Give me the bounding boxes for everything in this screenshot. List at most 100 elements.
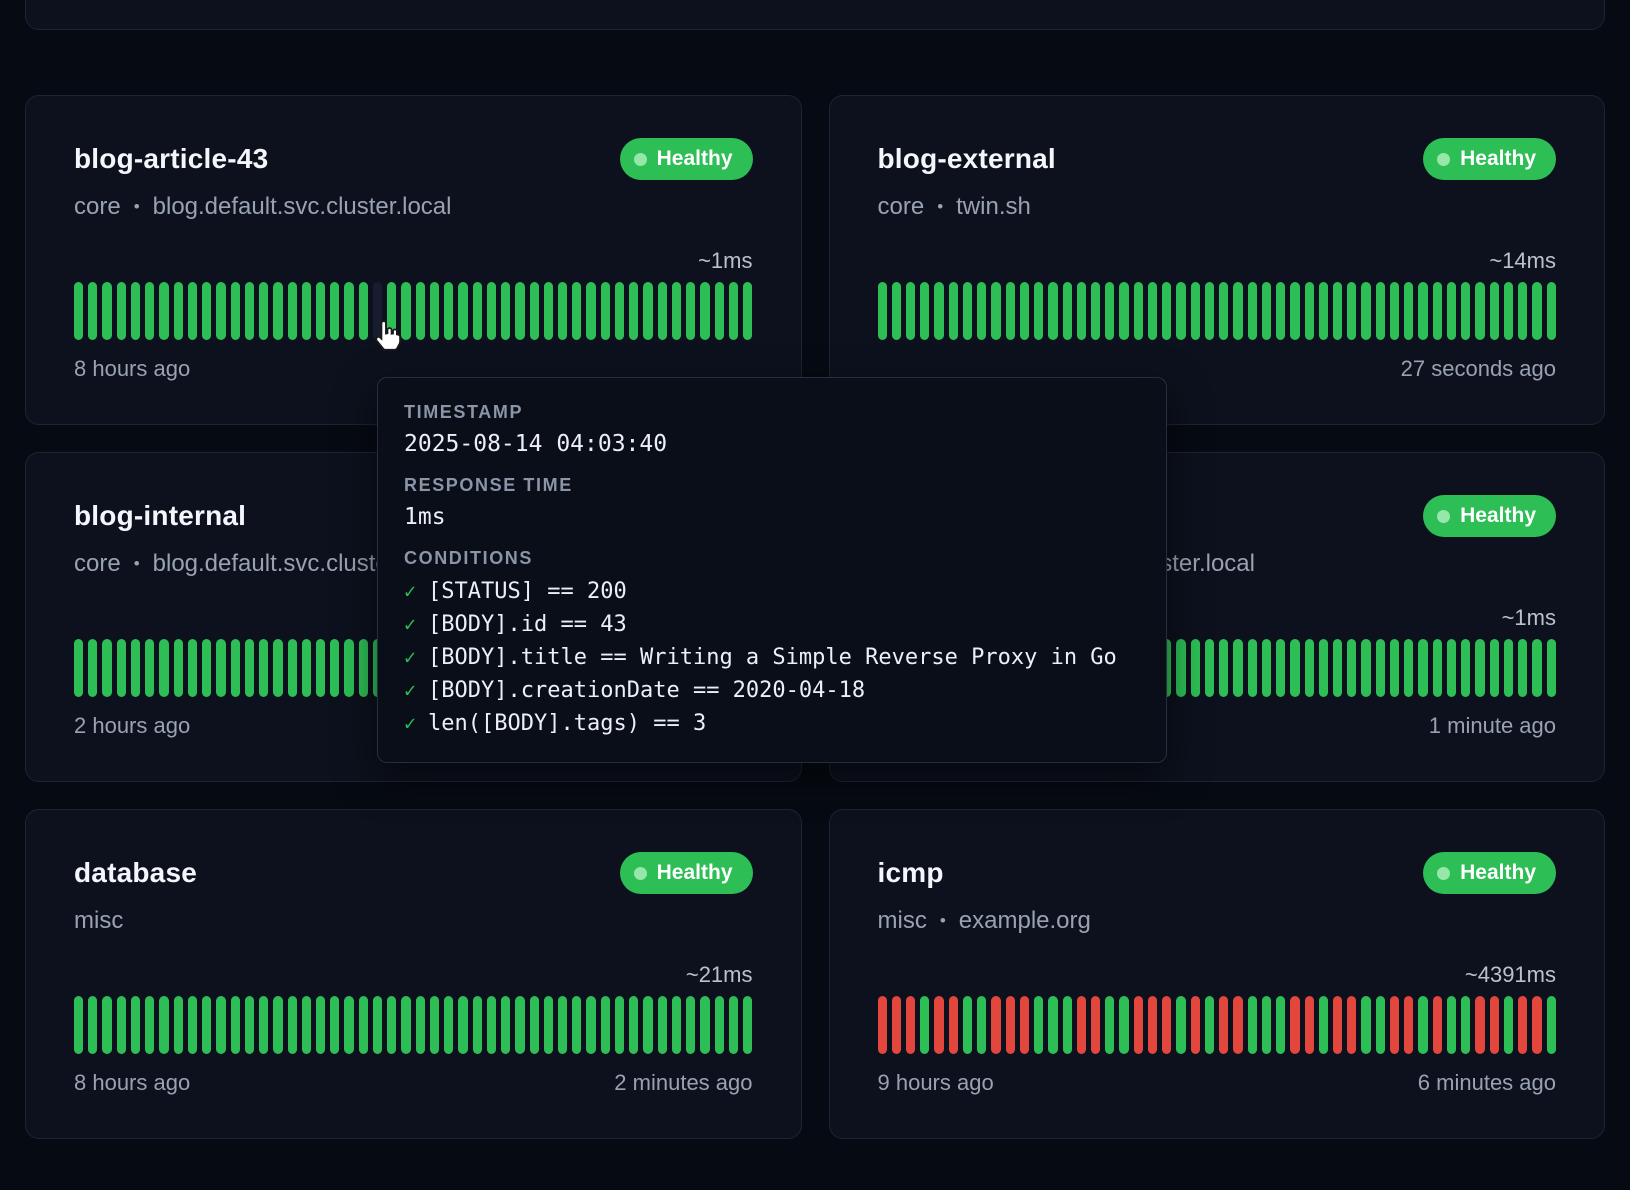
result-bar-success[interactable] bbox=[1504, 996, 1513, 1054]
result-bar-success[interactable] bbox=[1404, 282, 1413, 340]
result-bar-success[interactable] bbox=[131, 996, 140, 1054]
result-bar-success[interactable] bbox=[1191, 282, 1200, 340]
result-bar-success[interactable] bbox=[1532, 282, 1541, 340]
result-bar-success[interactable] bbox=[686, 282, 695, 340]
result-bar-success[interactable] bbox=[700, 996, 709, 1054]
result-bar-success[interactable] bbox=[231, 996, 240, 1054]
result-bar-success[interactable] bbox=[1233, 282, 1242, 340]
result-bar-success[interactable] bbox=[188, 282, 197, 340]
result-bar-success[interactable] bbox=[1547, 639, 1556, 697]
result-bar-failure[interactable] bbox=[1091, 996, 1100, 1054]
result-bar-success[interactable] bbox=[1333, 282, 1342, 340]
result-bar-success[interactable] bbox=[245, 996, 254, 1054]
result-bar-success[interactable] bbox=[444, 996, 453, 1054]
result-bar-success[interactable] bbox=[188, 996, 197, 1054]
result-bar-success[interactable] bbox=[430, 996, 439, 1054]
result-bar-success[interactable] bbox=[473, 996, 482, 1054]
result-bar-success[interactable] bbox=[1276, 639, 1285, 697]
result-bar-success[interactable] bbox=[601, 996, 610, 1054]
endpoint-card[interactable]: icmp Healthy misc • example.org ~4391ms … bbox=[829, 809, 1606, 1139]
result-bar-success[interactable] bbox=[273, 282, 282, 340]
result-bar-success[interactable] bbox=[1490, 639, 1499, 697]
result-bar-success[interactable] bbox=[302, 282, 311, 340]
result-bar-success[interactable] bbox=[1433, 639, 1442, 697]
result-bar-success[interactable] bbox=[117, 639, 126, 697]
result-bar-success[interactable] bbox=[245, 282, 254, 340]
result-bar-success[interactable] bbox=[1418, 639, 1427, 697]
result-bar-success[interactable] bbox=[686, 996, 695, 1054]
result-bar-success[interactable] bbox=[288, 639, 297, 697]
result-bar-success[interactable] bbox=[216, 282, 225, 340]
result-bar-success[interactable] bbox=[1518, 282, 1527, 340]
result-bar-success[interactable] bbox=[1518, 639, 1527, 697]
result-bar-success[interactable] bbox=[74, 282, 83, 340]
result-bar-success[interactable] bbox=[316, 282, 325, 340]
result-bar-success[interactable] bbox=[729, 282, 738, 340]
result-bar-success[interactable] bbox=[344, 639, 353, 697]
result-bar-failure[interactable] bbox=[1020, 996, 1029, 1054]
result-bar-success[interactable] bbox=[245, 639, 254, 697]
result-bar-success[interactable] bbox=[991, 282, 1000, 340]
result-bar-success[interactable] bbox=[572, 282, 581, 340]
result-bar-success[interactable] bbox=[672, 996, 681, 1054]
result-bar-success[interactable] bbox=[487, 282, 496, 340]
result-bar-success[interactable] bbox=[558, 282, 567, 340]
result-bar-success[interactable] bbox=[273, 639, 282, 697]
result-bar-success[interactable] bbox=[963, 996, 972, 1054]
result-bar-success[interactable] bbox=[1233, 639, 1242, 697]
result-bar-success[interactable] bbox=[1361, 282, 1370, 340]
result-bar-success[interactable] bbox=[1504, 639, 1513, 697]
result-bar-success[interactable] bbox=[658, 996, 667, 1054]
result-bar-success[interactable] bbox=[316, 996, 325, 1054]
result-bar-success[interactable] bbox=[1063, 282, 1072, 340]
result-bar-success[interactable] bbox=[344, 996, 353, 1054]
result-bar-success[interactable] bbox=[159, 639, 168, 697]
result-bar-failure[interactable] bbox=[1162, 996, 1171, 1054]
result-bar-success[interactable] bbox=[1504, 282, 1513, 340]
result-bar-success[interactable] bbox=[1319, 639, 1328, 697]
result-bar-success[interactable] bbox=[1262, 639, 1271, 697]
result-bar-success[interactable] bbox=[288, 996, 297, 1054]
result-bar-success[interactable] bbox=[1305, 282, 1314, 340]
result-bar-failure[interactable] bbox=[1290, 996, 1299, 1054]
result-bar-success[interactable] bbox=[1205, 996, 1214, 1054]
result-bar-failure[interactable] bbox=[892, 996, 901, 1054]
result-bar-success[interactable] bbox=[1276, 996, 1285, 1054]
result-bar-success[interactable] bbox=[273, 996, 282, 1054]
result-bar-failure[interactable] bbox=[1191, 996, 1200, 1054]
result-bar-success[interactable] bbox=[1347, 282, 1356, 340]
result-bar-success[interactable] bbox=[416, 996, 425, 1054]
result-bar-success[interactable] bbox=[1105, 996, 1114, 1054]
result-bar-success[interactable] bbox=[586, 282, 595, 340]
result-bar-success[interactable] bbox=[878, 282, 887, 340]
result-bar-success[interactable] bbox=[949, 282, 958, 340]
result-bar-success[interactable] bbox=[88, 282, 97, 340]
result-bar-success[interactable] bbox=[102, 639, 111, 697]
result-bar-success[interactable] bbox=[1361, 996, 1370, 1054]
result-bar-success[interactable] bbox=[416, 282, 425, 340]
result-bar-success[interactable] bbox=[1447, 639, 1456, 697]
result-bar-success[interactable] bbox=[729, 996, 738, 1054]
result-bar-success[interactable] bbox=[1262, 282, 1271, 340]
result-bar-failure[interactable] bbox=[1006, 996, 1015, 1054]
result-bar-success[interactable] bbox=[1148, 282, 1157, 340]
result-bar-success[interactable] bbox=[1034, 282, 1043, 340]
result-bar-success[interactable] bbox=[216, 639, 225, 697]
result-bar-success[interactable] bbox=[1547, 996, 1556, 1054]
result-bar-success[interactable] bbox=[1219, 282, 1228, 340]
result-bar-success[interactable] bbox=[1305, 639, 1314, 697]
result-bar-success[interactable] bbox=[615, 996, 624, 1054]
result-bar-success[interactable] bbox=[458, 282, 467, 340]
result-bar-success[interactable] bbox=[906, 282, 915, 340]
result-bar-success[interactable] bbox=[1248, 639, 1257, 697]
result-bar-success[interactable] bbox=[1248, 996, 1257, 1054]
result-bar-success[interactable] bbox=[359, 639, 368, 697]
result-bar-success[interactable] bbox=[188, 639, 197, 697]
result-bar-success[interactable] bbox=[1205, 639, 1214, 697]
result-bar-success[interactable] bbox=[1048, 282, 1057, 340]
result-bar-success[interactable] bbox=[629, 282, 638, 340]
result-bar-success[interactable] bbox=[615, 282, 624, 340]
result-bar-success[interactable] bbox=[1162, 282, 1171, 340]
result-bar-success[interactable] bbox=[601, 282, 610, 340]
result-bar-success[interactable] bbox=[159, 996, 168, 1054]
